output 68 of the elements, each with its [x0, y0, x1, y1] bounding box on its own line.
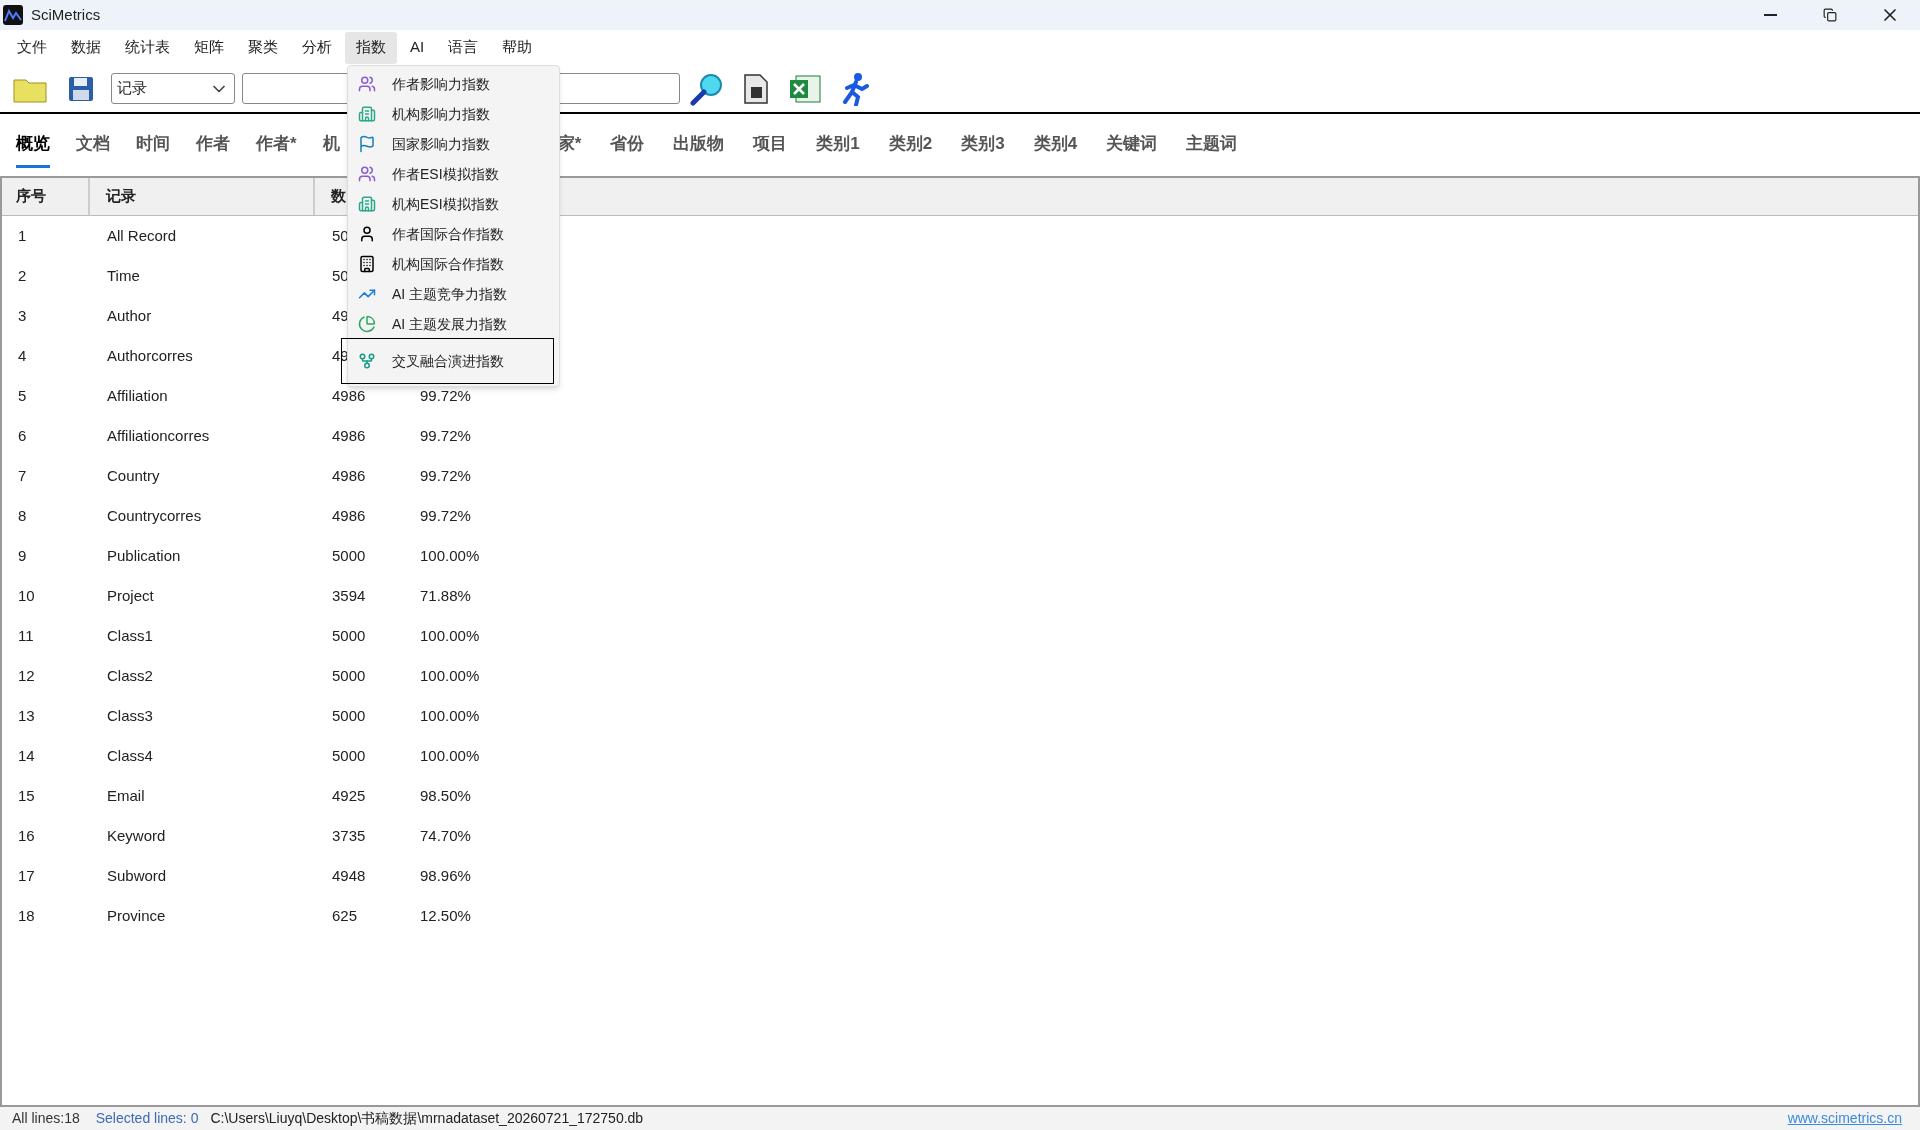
table-cell-text: 6	[17, 425, 28, 446]
table-cell-text: 5000	[332, 665, 366, 686]
table-cell-text: 14	[17, 745, 36, 766]
table-cell-text: 1	[17, 225, 28, 246]
table-cell-text: 100.00%	[420, 665, 480, 686]
table-cell-text: Class3	[106, 705, 154, 726]
table-cell-text: 5000	[332, 705, 366, 726]
table-cell-text: Country	[106, 465, 161, 486]
file-path: C:\Users\Liuyq\Desktop\书稿数据\mrnadataset_20260721_172750.db	[210, 1109, 644, 1128]
table-cell-text: 4986	[332, 385, 366, 406]
window-title: SciMetrics	[31, 4, 101, 25]
table-cell-text: Countrycorres	[106, 505, 203, 526]
table-cell-text: Affiliationcorres	[106, 425, 211, 446]
table-cell-text: 100.00%	[420, 545, 480, 566]
table-cell-text: Class1	[106, 625, 154, 646]
table-cell-text: 2	[17, 265, 28, 286]
table-cell-text: Class2	[106, 665, 154, 686]
table-cell-text: 4948	[332, 865, 366, 886]
table-cell-text: Affiliation	[106, 385, 169, 406]
table-cell-text: 18	[17, 905, 36, 926]
table-cell-text: 4986	[332, 425, 366, 446]
table-cell-text: 7	[17, 465, 28, 486]
table-cell-text: 3	[17, 305, 28, 326]
table-cell-text: Author	[106, 305, 153, 326]
table-cell-text: 9	[17, 545, 28, 566]
table-cell-text: 3594	[332, 585, 366, 606]
all-lines-label: All lines:18	[12, 1109, 80, 1128]
table-cell-text: Time	[106, 265, 141, 286]
table-cell-text: 10	[17, 585, 36, 606]
table-cell-text: 4925	[332, 785, 366, 806]
table-cell-text: Project	[106, 585, 155, 606]
table-cell-text: Province	[106, 905, 167, 926]
table-cell-text: 5	[17, 385, 28, 406]
table-cell-text: 5000	[332, 625, 366, 646]
table-cell-text: 11	[17, 625, 35, 646]
table-cell-text: Email	[106, 785, 146, 806]
table-cell-text: 12.50%	[420, 905, 471, 926]
table-cell-text: All Record	[106, 225, 178, 246]
table-cell-text: 4986	[332, 505, 366, 526]
table-cell-text: 100.00%	[420, 625, 480, 646]
table-cell-text: 13	[17, 705, 36, 726]
table-cell-text: 74.70%	[420, 825, 471, 846]
table-cell-text: Publication	[106, 545, 182, 566]
table-cell-text: 16	[17, 825, 36, 846]
table-cell-text: Class4	[106, 745, 154, 766]
table-cell-text: 5000	[332, 545, 366, 566]
table-cell-text: 98.50%	[420, 785, 471, 806]
table-cell-text: 15	[17, 785, 36, 806]
table-cell-text: Authorcorres	[106, 345, 194, 366]
table-cell-text: Keyword	[106, 825, 167, 846]
table-cell-text: 8	[17, 505, 28, 526]
table-cell-text: 625	[332, 905, 358, 926]
table-cell-text: 99.72%	[420, 505, 471, 526]
table-cell-text: 99.72%	[420, 465, 471, 486]
table-cell-text: Subword	[106, 865, 168, 886]
table-cell-text: 100.00%	[420, 745, 480, 766]
selected-lines-label: Selected lines: 0	[95, 1109, 199, 1128]
table-cell-text: 12	[17, 665, 36, 686]
table-cell-text: 99.72%	[420, 425, 471, 446]
table-cell-text: 17	[17, 865, 36, 886]
table-cell-text: 98.96%	[420, 865, 471, 886]
table-cell-text: 3735	[332, 825, 366, 846]
table-cell-text: 4986	[332, 465, 366, 486]
table-cell-text: 99.72%	[420, 385, 471, 406]
table-cell-text: 71.88%	[420, 585, 471, 606]
table-cell-text: 4	[17, 345, 28, 366]
table-cell-text: 5000	[332, 745, 366, 766]
table-cell-text: 100.00%	[420, 705, 480, 726]
